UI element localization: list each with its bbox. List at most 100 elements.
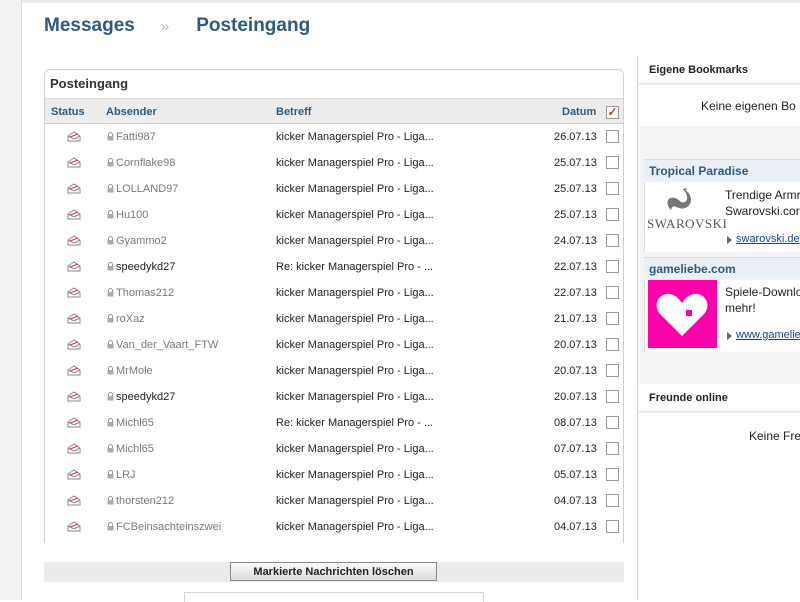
ad-link-swarovski[interactable]: swarovski.de xyxy=(736,233,800,245)
lock-icon xyxy=(107,444,114,453)
sender-link[interactable]: thorsten212 xyxy=(116,495,174,507)
subject-link[interactable]: kicker Managerspiel Pro - Liga... xyxy=(276,131,434,143)
subject-link[interactable]: Re: kicker Managerspiel Pro - ... xyxy=(276,261,433,273)
sender-link[interactable]: roXaz xyxy=(116,313,145,325)
sender-link[interactable]: Hu100 xyxy=(116,209,148,221)
sender-link[interactable]: speedykd27 xyxy=(116,261,175,273)
row-checkbox[interactable] xyxy=(606,130,619,143)
subject-link[interactable]: kicker Managerspiel Pro - Liga... xyxy=(276,521,434,533)
subject-link[interactable]: kicker Managerspiel Pro - Liga... xyxy=(276,443,434,455)
table-row[interactable]: Fatti987 kicker Managerspiel Pro - Liga..… xyxy=(45,124,623,150)
subject-link[interactable]: Re: kicker Managerspiel Pro - ... xyxy=(276,417,433,429)
table-row[interactable]: LRJ kicker Managerspiel Pro - Liga... 05.0… xyxy=(45,462,623,488)
subject-link[interactable]: kicker Managerspiel Pro - Liga... xyxy=(276,157,434,169)
subject-link[interactable]: kicker Managerspiel Pro - Liga... xyxy=(276,495,434,507)
sender-link[interactable]: speedykd27 xyxy=(116,391,175,403)
subject-link[interactable]: kicker Managerspiel Pro - Liga... xyxy=(276,209,434,221)
row-checkbox[interactable] xyxy=(606,520,619,533)
message-date: 25.07.13 xyxy=(554,183,597,195)
table-row[interactable]: Michl65 kicker Managerspiel Pro - Liga...… xyxy=(45,436,623,462)
sender-link[interactable]: Van_der_Vaart_FTW xyxy=(116,339,218,351)
lock-icon xyxy=(107,340,114,349)
row-checkbox[interactable] xyxy=(606,312,619,325)
row-checkbox[interactable] xyxy=(606,442,619,455)
row-checkbox[interactable] xyxy=(606,338,619,351)
lock-icon xyxy=(107,288,114,297)
row-checkbox[interactable] xyxy=(606,208,619,221)
lock-icon xyxy=(107,522,114,531)
ad-title-tropical-paradise[interactable]: Tropical Paradise xyxy=(644,159,800,181)
table-row[interactable]: MrMole kicker Managerspiel Pro - Liga... 2… xyxy=(45,358,623,384)
envelope-open-icon xyxy=(67,495,81,506)
sender-link[interactable]: Thomas212 xyxy=(116,287,174,299)
table-row[interactable]: speedykd27 kicker Managerspiel Pro - Liga… xyxy=(45,384,623,410)
envelope-open-icon xyxy=(67,157,81,168)
sender-link[interactable]: Gyammo2 xyxy=(116,235,167,247)
table-row[interactable]: LOLLAND97 kicker Managerspiel Pro - Liga.… xyxy=(45,176,623,202)
lock-icon xyxy=(107,158,114,167)
row-checkbox[interactable] xyxy=(606,364,619,377)
select-all-checkbox[interactable]: ✓ xyxy=(606,106,619,119)
envelope-open-icon xyxy=(67,287,81,298)
row-checkbox[interactable] xyxy=(606,494,619,507)
row-checkbox[interactable] xyxy=(606,286,619,299)
column-header-status[interactable]: Status xyxy=(51,106,85,118)
row-checkbox[interactable] xyxy=(606,260,619,273)
row-checkbox[interactable] xyxy=(606,390,619,403)
sender-link[interactable]: Michl65 xyxy=(116,443,154,455)
heart-logo-icon xyxy=(648,280,717,348)
subject-link[interactable]: kicker Managerspiel Pro - Liga... xyxy=(276,287,434,299)
column-header-date[interactable]: Datum xyxy=(562,106,596,118)
table-row[interactable]: Gyammo2 kicker Managerspiel Pro - Liga...… xyxy=(45,228,623,254)
table-row[interactable]: roXaz kicker Managerspiel Pro - Liga... 21… xyxy=(45,306,623,332)
lock-icon xyxy=(107,496,114,505)
envelope-open-icon xyxy=(67,209,81,220)
message-date: 21.07.13 xyxy=(554,313,597,325)
sender-link[interactable]: Cornflake98 xyxy=(116,157,175,169)
row-checkbox[interactable] xyxy=(606,234,619,247)
table-row[interactable]: thorsten212 kicker Managerspiel Pro - Lig… xyxy=(45,488,623,514)
sender-link[interactable]: Fatti987 xyxy=(116,131,156,143)
row-checkbox[interactable] xyxy=(606,156,619,169)
ad-gameliebe[interactable]: Spiele-Downlo mehr! www.gamelie xyxy=(644,280,800,352)
table-row[interactable]: FCBeinsachteinszwei kicker Managerspiel P… xyxy=(45,514,623,540)
table-row[interactable]: Thomas212 kicker Managerspiel Pro - Liga.… xyxy=(45,280,623,306)
bookmarks-widget-title: Eigene Bookmarks xyxy=(639,56,800,84)
sender-link[interactable]: LRJ xyxy=(116,469,136,481)
table-row[interactable]: Michl65 Re: kicker Managerspiel Pro - ...… xyxy=(45,410,623,436)
pagination-box xyxy=(184,592,484,602)
subject-link[interactable]: kicker Managerspiel Pro - Liga... xyxy=(276,391,434,403)
table-row[interactable]: Van_der_Vaart_FTW kicker Managerspiel Pro… xyxy=(45,332,623,358)
ad-swarovski[interactable]: SWAROVSKI Trendige Armr Swarovski.cor sw… xyxy=(644,182,800,252)
column-header-sender[interactable]: Absender xyxy=(106,106,157,118)
ad-title-gameliebe[interactable]: gameliebe.com xyxy=(644,257,800,279)
table-row[interactable]: speedykd27 Re: kicker Managerspiel Pro - … xyxy=(45,254,623,280)
column-header-subject[interactable]: Betreff xyxy=(276,106,311,118)
subject-link[interactable]: kicker Managerspiel Pro - Liga... xyxy=(276,365,434,377)
table-row[interactable]: Cornflake98 kicker Managerspiel Pro - Lig… xyxy=(45,150,623,176)
sender-link[interactable]: LOLLAND97 xyxy=(116,183,178,195)
inbox-panel: Posteingang Status Absender Betreff Datu… xyxy=(44,69,624,543)
subject-link[interactable]: kicker Managerspiel Pro - Liga... xyxy=(276,469,434,481)
right-sidebar: Eigene Bookmarks Keine eigenen Bo Tropic… xyxy=(637,56,800,600)
subject-link[interactable]: kicker Managerspiel Pro - Liga... xyxy=(276,339,434,351)
message-list: Fatti987 kicker Managerspiel Pro - Liga..… xyxy=(45,124,623,540)
left-window-strip xyxy=(0,0,22,600)
subject-link[interactable]: kicker Managerspiel Pro - Liga... xyxy=(276,183,434,195)
table-row[interactable]: Hu100 kicker Managerspiel Pro - Liga... 25… xyxy=(45,202,623,228)
sender-link[interactable]: MrMole xyxy=(116,365,153,377)
delete-selected-button[interactable]: Markierte Nachrichten löschen xyxy=(230,562,437,581)
message-date: 20.07.13 xyxy=(554,365,597,377)
ad-text-line2: mehr! xyxy=(725,301,756,315)
message-date: 25.07.13 xyxy=(554,157,597,169)
ad-link-gameliebe[interactable]: www.gamelie xyxy=(736,329,800,341)
sender-link[interactable]: Michl65 xyxy=(116,417,154,429)
subject-link[interactable]: kicker Managerspiel Pro - Liga... xyxy=(276,313,434,325)
row-checkbox[interactable] xyxy=(606,416,619,429)
row-checkbox[interactable] xyxy=(606,468,619,481)
sender-link[interactable]: FCBeinsachteinszwei xyxy=(116,521,221,533)
subject-link[interactable]: kicker Managerspiel Pro - Liga... xyxy=(276,235,434,247)
row-checkbox[interactable] xyxy=(606,182,619,195)
breadcrumb-messages-link[interactable]: Messages xyxy=(44,15,135,37)
inbox-title: Posteingang xyxy=(50,76,129,91)
